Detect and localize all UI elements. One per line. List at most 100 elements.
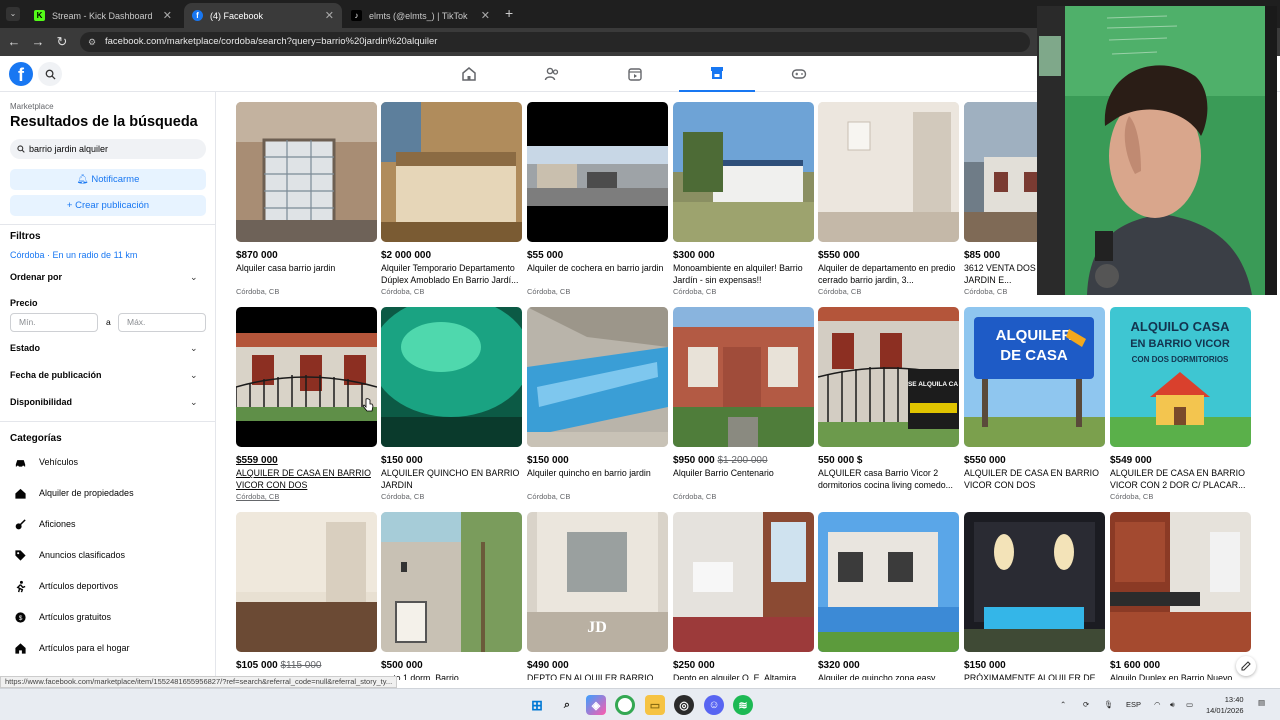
friends-nav-icon[interactable] (514, 56, 590, 92)
listing-title[interactable]: ALQUILER casa Barrio Vicor 2 dormitorios… (818, 468, 959, 491)
chevron-down-icon[interactable]: ⌄ (190, 397, 198, 408)
listing-card[interactable]: $250 000 Depto en alquiler O. E. Altamir… (673, 512, 814, 680)
listing-title[interactable]: ALQUILER DE CASA EN BARRIO VICOR CON 2 D… (1110, 468, 1251, 491)
close-icon[interactable]: ✕ (481, 9, 490, 22)
listing-card[interactable]: SE ALQUILA CA 550 000 $ ALQUILER casa Bar… (818, 307, 959, 492)
listing-photo[interactable] (236, 307, 377, 447)
home-nav-icon[interactable] (431, 56, 507, 92)
price-min-input[interactable]: Mín. (10, 313, 98, 332)
listing-card[interactable]: ALQUILO CASA EN BARRIO VICOR CON DOS DORMI… (1110, 307, 1251, 501)
chevron-up-icon[interactable]: ⌃ (1060, 700, 1066, 709)
breadcrumb[interactable]: Marketplace (10, 102, 54, 111)
listing-title[interactable]: DEPTO EN ALQUILER BARRIO JARDIN - SIN EX… (527, 673, 668, 680)
chevron-down-icon[interactable]: ⌄ (190, 272, 198, 283)
copilot-icon[interactable]: ◈ (586, 695, 606, 715)
listing-title[interactable]: Alquiler de quincho zona easy barrio jar… (818, 673, 959, 680)
battery-icon[interactable]: ▭ (1186, 700, 1193, 709)
forward-icon[interactable]: → (30, 34, 46, 50)
tab-facebook[interactable]: f (4) Facebook ✕ (184, 3, 342, 28)
listing-title[interactable]: Alquiler quincho en barrio jardin (527, 468, 668, 491)
listing-card[interactable]: $105 000 $115 000 (236, 512, 377, 680)
discord-icon[interactable]: ☺ (704, 695, 724, 715)
facebook-logo-icon[interactable]: f (9, 62, 33, 86)
category-item[interactable]: Alquiler de propiedades (10, 483, 134, 503)
category-item[interactable]: $ Artículos gratuitos (10, 607, 111, 627)
new-tab-icon[interactable]: + (505, 5, 513, 21)
gaming-nav-icon[interactable] (761, 56, 837, 92)
listing-title[interactable]: ALQUILER QUINCHO EN BARRIO JARDIN (381, 468, 522, 491)
listing-title[interactable]: Depto en alquiler O. E. Altamira 3127 B°… (673, 673, 814, 680)
category-item[interactable]: Artículos deportivos (10, 576, 118, 596)
tab-search-icon[interactable]: ⌄ (6, 7, 20, 21)
search-icon[interactable]: ⌕ (557, 695, 577, 715)
language-indicator[interactable]: ESP (1126, 700, 1141, 709)
location-filter-link[interactable]: Córdoba · En un radio de 11 km (10, 250, 137, 260)
listing-photo[interactable]: ALQUILO CASA EN BARRIO VICOR CON DOS DORMI… (1110, 307, 1251, 447)
category-item[interactable]: Aficiones (10, 514, 76, 534)
listing-card[interactable]: JD $490 000 DEPTO EN ALQUILER BARRIO JARD… (527, 512, 668, 680)
listing-card[interactable]: $950 000 $1 200 000 Alquiler Barrio Cente… (673, 307, 814, 501)
listing-card[interactable]: $550 000 Alquiler de departamento en pre… (818, 102, 959, 296)
clock[interactable]: 13:40 14/01/2026 (1206, 694, 1244, 716)
back-icon[interactable]: ← (6, 34, 22, 50)
network-app-icon[interactable]: ⟳ (1083, 700, 1089, 709)
listing-photo[interactable] (673, 307, 814, 447)
marketplace-search-input[interactable]: barrio jardin alquiler (10, 139, 206, 159)
listing-title[interactable]: Alquiler Barrio Centenario (673, 468, 814, 491)
date-filter[interactable]: Fecha de publicación (10, 370, 102, 380)
listing-card[interactable]: ALQUILER DE CASA $550 000 ALQUILER DE CASA… (964, 307, 1105, 492)
volume-icon[interactable]: 🔊︎ (1170, 700, 1175, 710)
video-nav-icon[interactable] (597, 56, 673, 92)
close-icon[interactable]: ✕ (163, 9, 172, 22)
reload-icon[interactable]: ↻ (54, 34, 70, 50)
search-icon[interactable] (38, 62, 62, 86)
listing-photo[interactable] (673, 512, 814, 652)
chrome-icon[interactable] (615, 695, 635, 715)
category-item[interactable]: Artículos para el hogar (10, 638, 130, 658)
listing-photo[interactable] (236, 512, 377, 652)
site-info-icon[interactable]: ⚙ (88, 32, 96, 52)
sort-label[interactable]: Ordenar por (10, 272, 62, 282)
url-field[interactable]: ⚙ facebook.com/marketplace/cordoba/searc… (80, 32, 1030, 52)
listing-card[interactable]: $500 000 ...nto 1 dorm. Barrio (381, 512, 522, 680)
listing-card[interactable]: $150 000 Alquiler quincho en barrio jard… (527, 307, 668, 501)
price-max-input[interactable]: Máx. (118, 313, 206, 332)
listing-card[interactable]: $1 600 000 Alquilo Duplex en Barrio Nuev… (1110, 512, 1251, 680)
listing-photo[interactable] (527, 102, 668, 242)
tab-tiktok[interactable]: ♪ elmts (@elmts_) | TikTok ✕ (343, 3, 498, 28)
listing-title[interactable]: PRÓXIMAMENTE ALQUILER DE QUINCHO EN BARR… (964, 673, 1105, 680)
listing-title[interactable]: Monoambiente en alquiler! Barrio Jardín … (673, 263, 814, 286)
compose-icon[interactable] (1236, 656, 1256, 676)
windows-start-icon[interactable]: ⊞ (527, 695, 547, 715)
listing-title[interactable]: ...nto 1 dorm. Barrio (381, 673, 522, 680)
notifications-icon[interactable]: ▤ (1258, 698, 1265, 707)
wifi-icon[interactable]: ◠ (1154, 700, 1161, 709)
listing-card[interactable]: $559 000 ALQUILER DE CASA EN BARRIO VICO… (236, 307, 377, 501)
listing-card[interactable]: $300 000 Monoambiente en alquiler! Barri… (673, 102, 814, 296)
marketplace-nav-icon[interactable] (679, 56, 755, 92)
spotify-icon[interactable]: ≋ (733, 695, 753, 715)
listing-photo[interactable] (381, 512, 522, 652)
listing-photo[interactable] (381, 102, 522, 242)
chevron-down-icon[interactable]: ⌄ (190, 370, 198, 381)
create-listing-button[interactable]: + Crear publicación (10, 195, 206, 216)
listing-title[interactable]: Alquiler de cochera en barrio jardin (527, 263, 668, 286)
listing-photo[interactable]: SE ALQUILA CA (818, 307, 959, 447)
listing-photo[interactable] (673, 102, 814, 242)
listing-title[interactable]: Alquiler Temporario Departamento Dúplex … (381, 263, 522, 286)
state-filter[interactable]: Estado (10, 343, 40, 353)
listing-photo[interactable] (236, 102, 377, 242)
listing-photo[interactable] (964, 512, 1105, 652)
listing-title[interactable]: ALQUILER DE CASA EN BARRIO VICOR CON DOS… (964, 468, 1105, 491)
listing-card[interactable]: $870 000 Alquiler casa barrio jardin Córd… (236, 102, 377, 296)
listing-card[interactable]: $150 000 ALQUILER QUINCHO EN BARRIO JARD… (381, 307, 522, 501)
listing-photo[interactable] (818, 102, 959, 242)
tab-kick[interactable]: K Stream - Kick Dashboard ✕ (26, 3, 180, 28)
listing-title[interactable]: Alquiler casa barrio jardin (236, 263, 377, 286)
availability-filter[interactable]: Disponibilidad (10, 397, 72, 407)
listing-card[interactable]: $320 000 Alquiler de quincho zona easy b… (818, 512, 959, 680)
listing-photo[interactable] (1110, 512, 1251, 652)
listing-photo[interactable] (527, 307, 668, 447)
listing-title[interactable]: Alquiler de departamento en predio cerra… (818, 263, 959, 286)
listing-card[interactable]: $55 000 Alquiler de cochera en barrio ja… (527, 102, 668, 296)
